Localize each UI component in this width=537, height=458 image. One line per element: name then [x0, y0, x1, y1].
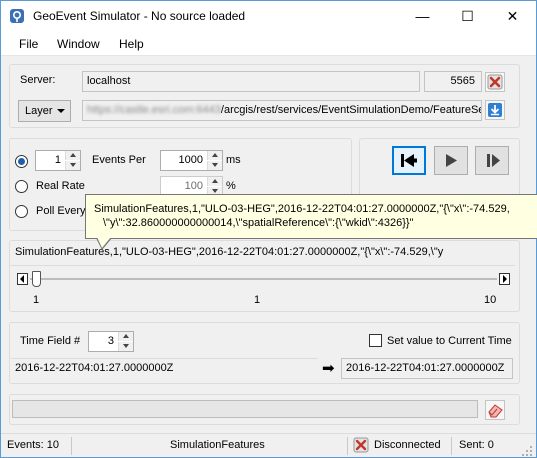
time-field-spinner[interactable]: 3: [88, 331, 134, 352]
slider-min-label: 1: [33, 294, 40, 306]
divider: [10, 265, 515, 266]
interval-value: 1000: [178, 154, 203, 166]
slider-track[interactable]: [30, 278, 497, 280]
real-rate-value: 100: [184, 180, 203, 192]
source-type-combo[interactable]: Layer: [18, 100, 71, 122]
menu-file[interactable]: File: [19, 37, 38, 51]
set-current-time-checkbox[interactable]: [369, 334, 382, 347]
chevron-right-icon: [503, 275, 507, 283]
spin-up-icon[interactable]: [207, 177, 222, 186]
reset-button[interactable]: [392, 146, 426, 175]
events-per-radio[interactable]: [15, 155, 28, 168]
real-rate-label: Real Rate: [36, 180, 85, 192]
poll-every-radio[interactable]: [15, 205, 28, 218]
chevron-down-icon: [57, 109, 65, 113]
server-label: Server:: [20, 74, 56, 86]
slider-thumb[interactable]: [32, 271, 41, 287]
progress-bar: [12, 400, 478, 418]
source-time-field[interactable]: 2016-12-22T04:01:27.0000000Z: [11, 358, 318, 379]
poll-every-label: Poll Every: [36, 205, 86, 217]
spin-up-icon[interactable]: [207, 151, 222, 160]
slider-left-button[interactable]: [17, 273, 28, 285]
eraser-icon: [488, 404, 503, 418]
resize-grip-icon[interactable]: [521, 445, 533, 457]
port-field[interactable]: 5565: [424, 71, 482, 92]
spin-up-icon[interactable]: [65, 151, 80, 160]
spin-up-icon[interactable]: [118, 332, 133, 341]
sent-count-status: Sent: 0: [459, 439, 494, 451]
connection-status: Disconnected: [374, 439, 441, 451]
real-rate-unit: %: [226, 180, 236, 192]
slider-right-button[interactable]: [499, 273, 510, 285]
menu-window[interactable]: Window: [57, 37, 100, 51]
step-button[interactable]: [475, 146, 509, 175]
events-count-status: Events: 10: [7, 439, 59, 451]
real-rate-radio[interactable]: [15, 180, 28, 193]
time-field-label: Time Field #: [20, 335, 81, 347]
menu-help[interactable]: Help: [119, 37, 144, 51]
close-button[interactable]: ✕: [490, 1, 535, 31]
tooltip-line-2: \"y\":32.860000000000014,\"spatialRefere…: [103, 217, 414, 229]
status-separator: [347, 437, 348, 455]
clear-button[interactable]: [485, 400, 505, 420]
status-separator: [71, 437, 72, 455]
url-field[interactable]: https://castle.esri.com:6443/arcgis/rest…: [82, 100, 482, 121]
slider-current-label: 1: [254, 294, 261, 306]
interval-unit: ms: [226, 154, 241, 166]
set-current-time-label: Set value to Current Time: [387, 335, 512, 347]
load-source-button[interactable]: [485, 100, 505, 120]
url-path: /arcgis/rest/services/EventSimulationDem…: [220, 104, 482, 116]
app-window: GeoEvent Simulator - No source loaded — …: [0, 0, 537, 458]
arrow-right-icon: ➡: [322, 360, 335, 377]
tooltip-line-1: SimulationFeatures,1,"ULO-03-HEG",2016-1…: [94, 203, 510, 215]
time-field-value: 3: [107, 335, 114, 347]
play-button[interactable]: [434, 146, 468, 175]
slider-max-label: 10: [484, 294, 497, 306]
source-name-status: SimulationFeatures: [170, 439, 265, 451]
window-title: GeoEvent Simulator - No source loaded: [33, 9, 246, 23]
play-icon: [446, 154, 457, 167]
step-forward-icon: [487, 154, 500, 167]
target-time-field[interactable]: 2016-12-22T04:01:27.0000000Z: [341, 358, 513, 379]
tooltip-tail-fill: [97, 237, 111, 248]
progress-panel: [9, 394, 520, 425]
disconnect-server-button[interactable]: [485, 72, 505, 92]
source-type-value: Layer: [25, 105, 53, 117]
server-field[interactable]: localhost: [82, 71, 420, 92]
source-panel: Server: localhost 5565 Layer https://cas…: [9, 64, 520, 128]
status-separator: [451, 437, 452, 455]
title-bar: GeoEvent Simulator - No source loaded — …: [1, 1, 536, 31]
events-count-spinner[interactable]: 1: [35, 150, 81, 171]
minimize-button[interactable]: —: [400, 1, 445, 31]
status-bar: Events: 10 SimulationFeatures Disconnect…: [1, 433, 536, 457]
event-preview-text[interactable]: SimulationFeatures,1,"ULO-03-HEG",2016-1…: [11, 243, 504, 264]
chevron-left-icon: [20, 275, 24, 283]
red-x-icon: [487, 74, 503, 90]
spin-down-icon[interactable]: [207, 161, 222, 170]
spin-down-icon[interactable]: [118, 342, 133, 351]
time-panel: Time Field # 3 Set value to Current Time…: [9, 322, 520, 384]
menu-bar: File Window Help: [1, 31, 536, 56]
skip-to-start-icon: [401, 154, 417, 167]
event-tooltip: SimulationFeatures,1,"ULO-03-HEG",2016-1…: [85, 194, 537, 239]
url-masked-host: https://castle.esri.com:6443: [87, 104, 221, 116]
maximize-button[interactable]: ☐: [445, 1, 490, 31]
disconnected-icon: [353, 437, 369, 453]
spin-down-icon[interactable]: [65, 161, 80, 170]
events-count-value: 1: [54, 154, 61, 166]
download-icon: [488, 103, 502, 117]
interval-spinner[interactable]: 1000: [160, 150, 223, 171]
events-per-label: Events Per: [92, 154, 146, 166]
event-preview-panel: SimulationFeatures,1,"ULO-03-HEG",2016-1…: [9, 240, 520, 312]
geoevent-app-icon: [10, 9, 24, 23]
